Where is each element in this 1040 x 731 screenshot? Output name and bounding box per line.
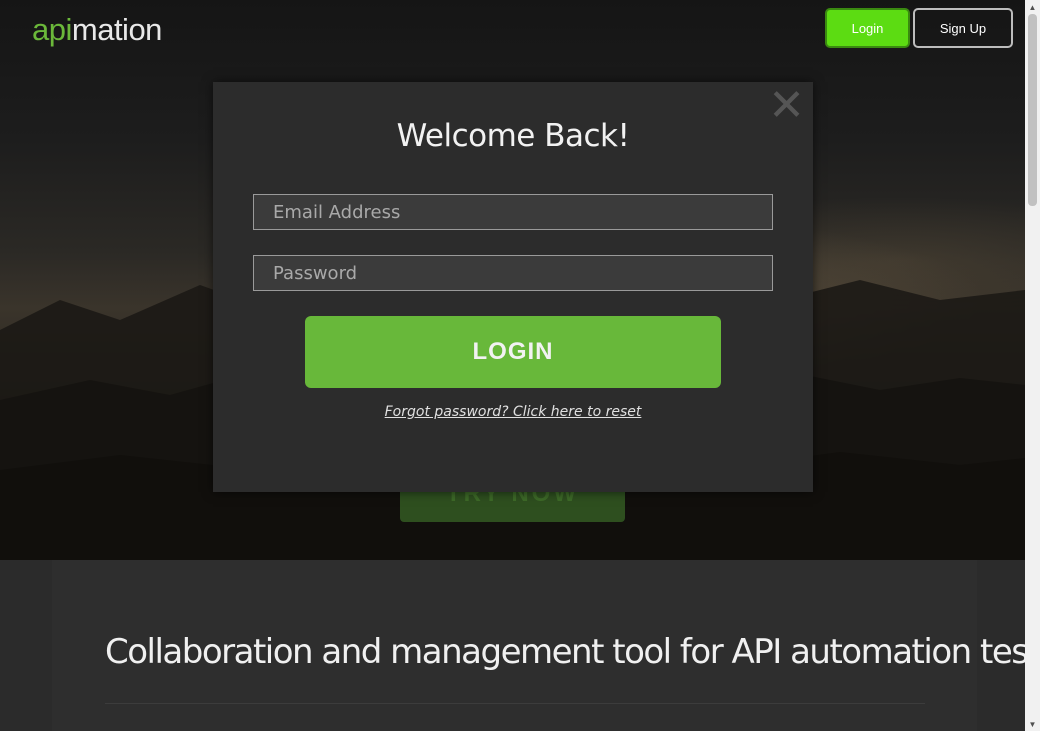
top-navigation-bar: apimation Login Sign Up: [0, 0, 1025, 62]
logo-mation-text: mation: [71, 12, 163, 47]
forgot-password-link[interactable]: Forgot password? Click here to reset: [213, 404, 813, 420]
header-signup-button[interactable]: Sign Up: [913, 8, 1013, 48]
tagline-heading: Collaboration and management tool for AP…: [105, 632, 1040, 672]
modal-login-button[interactable]: LOGIN: [305, 316, 721, 388]
email-field[interactable]: [253, 194, 773, 230]
scroll-down-arrow-icon[interactable]: ▼: [1025, 717, 1040, 731]
logo-api-text: api: [32, 12, 72, 47]
apimation-logo[interactable]: apimation: [32, 12, 162, 48]
modal-title: Welcome Back!: [396, 118, 630, 154]
login-modal: ✕ Welcome Back! LOGIN Forgot password? C…: [213, 82, 813, 492]
header-login-button[interactable]: Login: [825, 8, 910, 48]
scroll-up-arrow-icon[interactable]: ▲: [1025, 0, 1040, 14]
tagline-divider: [105, 703, 925, 704]
scrollbar-thumb[interactable]: [1028, 14, 1037, 206]
page-scrollbar[interactable]: ▲ ▼: [1025, 0, 1040, 731]
password-field[interactable]: [253, 255, 773, 291]
